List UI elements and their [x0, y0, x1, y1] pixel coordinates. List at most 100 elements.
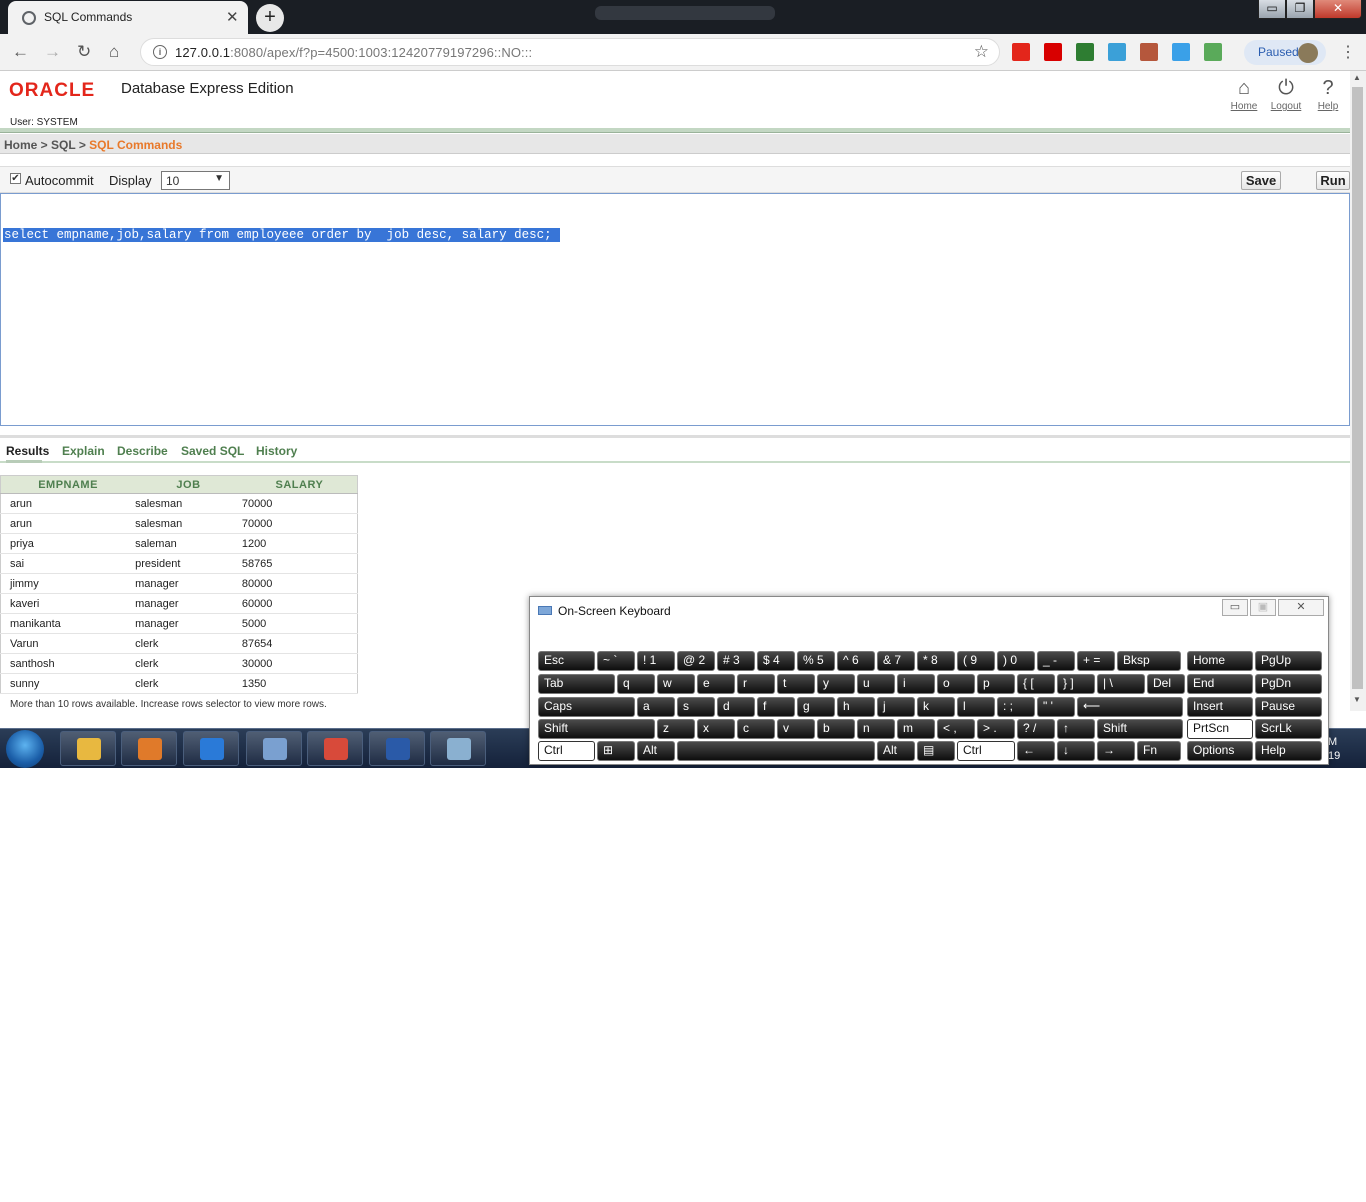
browser-tab[interactable]: SQL Commands ✕ — [8, 1, 248, 34]
forward-icon[interactable]: → — [44, 42, 61, 62]
key[interactable]: ( 9 — [957, 651, 995, 671]
key[interactable]: w — [657, 674, 695, 694]
tab-results[interactable]: Results — [6, 444, 49, 458]
tab-saved-sql[interactable]: Saved SQL — [181, 444, 244, 458]
key[interactable]: Esc — [538, 651, 595, 671]
osk-minimize-button[interactable]: ▭ — [1222, 599, 1248, 616]
scroll-thumb[interactable] — [1352, 87, 1363, 689]
key[interactable]: v — [777, 719, 815, 739]
key[interactable]: j — [877, 697, 915, 717]
back-icon[interactable]: ← — [12, 42, 29, 62]
key[interactable]: s — [677, 697, 715, 717]
key[interactable]: > . — [977, 719, 1015, 739]
key[interactable]: n — [857, 719, 895, 739]
minimize-button[interactable]: ▭ — [1258, 0, 1286, 19]
key[interactable]: a — [637, 697, 675, 717]
key[interactable]: g — [797, 697, 835, 717]
key[interactable]: Insert — [1187, 697, 1253, 717]
header-help-link[interactable]: ? Help — [1308, 77, 1348, 112]
key[interactable]: p — [977, 674, 1015, 694]
key[interactable]: ▤ — [917, 741, 955, 761]
breadcrumb-home[interactable]: Home — [4, 138, 37, 152]
key[interactable]: m — [897, 719, 935, 739]
key[interactable]: ScrLk — [1255, 719, 1322, 739]
scroll-down-icon[interactable]: ▼ — [1353, 695, 1361, 704]
key[interactable]: " ' — [1037, 697, 1075, 717]
taskbar-app[interactable] — [121, 731, 177, 766]
key[interactable]: Alt — [637, 741, 675, 761]
key[interactable]: z — [657, 719, 695, 739]
tab-history[interactable]: History — [256, 444, 297, 458]
key[interactable]: t — [777, 674, 815, 694]
key[interactable]: ^ 6 — [837, 651, 875, 671]
extension-icon[interactable] — [1140, 43, 1158, 61]
sql-text[interactable]: select empname,job,salary from employeee… — [3, 228, 560, 242]
key[interactable]: Fn — [1137, 741, 1181, 761]
key[interactable]: < , — [937, 719, 975, 739]
address-bar[interactable]: i 127.0.0.1:8080/apex/f?p=4500:1003:1242… — [140, 38, 1000, 66]
breadcrumb-sql[interactable]: SQL — [51, 138, 75, 152]
key[interactable]: _ - — [1037, 651, 1075, 671]
key[interactable]: Options — [1187, 741, 1253, 761]
key[interactable]: b — [817, 719, 855, 739]
key[interactable]: ⊞ — [597, 741, 635, 761]
new-tab-button[interactable]: + — [256, 4, 284, 32]
key[interactable]: ~ ` — [597, 651, 635, 671]
reload-icon[interactable]: ↻ — [77, 42, 91, 62]
key[interactable]: ⟵ — [1077, 697, 1183, 717]
osk-restore-button[interactable]: ▣ — [1250, 599, 1276, 616]
key[interactable]: Ctrl — [538, 741, 595, 761]
key[interactable]: → — [1097, 741, 1135, 761]
key[interactable]: d — [717, 697, 755, 717]
key[interactable]: Alt — [877, 741, 915, 761]
key[interactable]: x — [697, 719, 735, 739]
key[interactable]: Help — [1255, 741, 1322, 761]
url-text[interactable]: 127.0.0.1:8080/apex/f?p=4500:1003:124207… — [175, 45, 532, 60]
key[interactable]: ← — [1017, 741, 1055, 761]
key[interactable]: ? / — [1017, 719, 1055, 739]
extension-icon[interactable] — [1172, 43, 1190, 61]
key[interactable]: PgDn — [1255, 674, 1322, 694]
tab-describe[interactable]: Describe — [117, 444, 168, 458]
key[interactable]: # 3 — [717, 651, 755, 671]
save-button[interactable]: Save — [1241, 171, 1281, 190]
key[interactable]: o — [937, 674, 975, 694]
key[interactable]: } ] — [1057, 674, 1095, 694]
taskbar-app[interactable] — [369, 731, 425, 766]
key[interactable]: l — [957, 697, 995, 717]
key[interactable]: * 8 — [917, 651, 955, 671]
extension-icon[interactable] — [1012, 43, 1030, 61]
page-scrollbar[interactable]: ▲ ▼ — [1350, 71, 1366, 711]
start-button[interactable] — [6, 730, 44, 768]
menu-icon[interactable]: ⋮ — [1340, 42, 1356, 62]
extension-icon[interactable] — [1108, 43, 1126, 61]
display-select[interactable]: 10 ▼ — [161, 171, 230, 190]
key[interactable]: Bksp — [1117, 651, 1181, 671]
key[interactable]: ) 0 — [997, 651, 1035, 671]
run-button[interactable]: Run — [1316, 171, 1350, 190]
extension-icon[interactable] — [1044, 43, 1062, 61]
tab-explain[interactable]: Explain — [62, 444, 105, 458]
key[interactable]: PgUp — [1255, 651, 1322, 671]
info-icon[interactable]: i — [153, 45, 167, 59]
key[interactable]: PrtScn — [1187, 719, 1253, 739]
key[interactable]: & 7 — [877, 651, 915, 671]
scroll-up-icon[interactable]: ▲ — [1353, 73, 1361, 82]
key[interactable]: $ 4 — [757, 651, 795, 671]
key[interactable]: c — [737, 719, 775, 739]
key[interactable]: End — [1187, 674, 1253, 694]
key[interactable]: h — [837, 697, 875, 717]
key[interactable]: r — [737, 674, 775, 694]
maximize-button[interactable]: ❐ — [1286, 0, 1314, 19]
key-space[interactable] — [677, 741, 875, 761]
autocommit-checkbox[interactable]: ✔ — [10, 173, 21, 184]
key[interactable]: : ; — [997, 697, 1035, 717]
key[interactable]: ↑ — [1057, 719, 1095, 739]
taskbar-app[interactable] — [60, 731, 116, 766]
taskbar-app[interactable] — [307, 731, 363, 766]
taskbar-app[interactable] — [246, 731, 302, 766]
key[interactable]: Caps — [538, 697, 635, 717]
key[interactable]: { [ — [1017, 674, 1055, 694]
key[interactable]: Del — [1147, 674, 1185, 694]
key[interactable]: i — [897, 674, 935, 694]
